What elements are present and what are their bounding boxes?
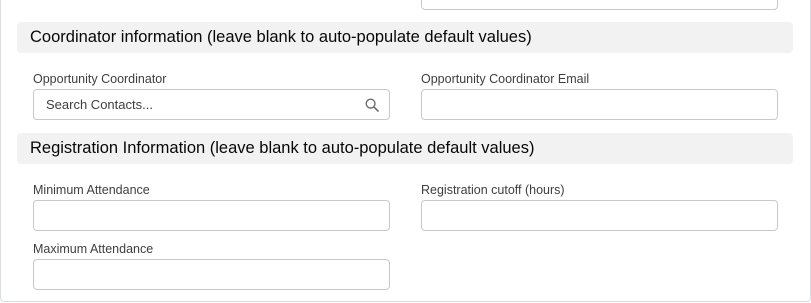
previous-field-input[interactable]: [421, 0, 778, 10]
registration-cutoff-label: Registration cutoff (hours): [421, 183, 565, 197]
search-icon[interactable]: [365, 98, 379, 112]
opportunity-coordinator-email-label: Opportunity Coordinator Email: [421, 72, 590, 86]
opportunity-coordinator-email-input[interactable]: [421, 89, 778, 120]
opportunity-coordinator-label: Opportunity Coordinator: [33, 72, 167, 86]
maximum-attendance-input[interactable]: [33, 259, 390, 290]
registration-cutoff-input[interactable]: [421, 200, 778, 231]
minimum-attendance-label: Minimum Attendance: [33, 183, 150, 197]
minimum-attendance-input[interactable]: [33, 200, 390, 231]
opportunity-coordinator-placeholder: Search Contacts...: [46, 97, 153, 112]
form-panel: Coordinator information (leave blank to …: [0, 0, 811, 302]
opportunity-coordinator-lookup[interactable]: Search Contacts...: [33, 89, 390, 120]
maximum-attendance-label: Maximum Attendance: [33, 242, 154, 256]
coordinator-section-header[interactable]: Coordinator information (leave blank to …: [17, 22, 793, 53]
registration-section-header[interactable]: Registration Information (leave blank to…: [17, 133, 793, 164]
